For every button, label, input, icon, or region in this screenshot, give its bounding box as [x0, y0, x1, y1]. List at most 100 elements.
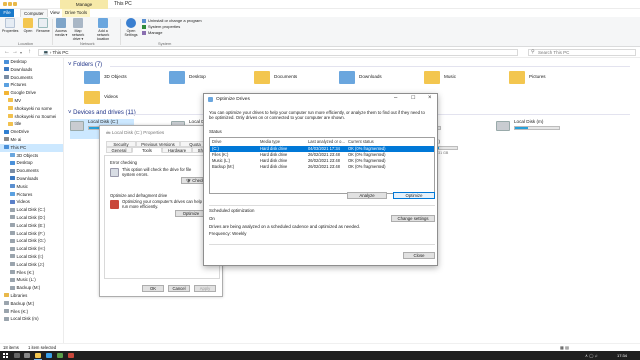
quick-access-toolbar[interactable]: [3, 2, 23, 7]
folders-section-header[interactable]: ˅ Folders (7): [68, 62, 102, 68]
drive-item[interactable]: Local Disk (m): [496, 119, 560, 139]
sidebar-item-label: Local Disk (G:): [16, 238, 46, 244]
sidebar-item-label: Desktop: [16, 160, 33, 166]
sidebar-item[interactable]: Files (K:): [0, 308, 63, 316]
sidebar-item[interactable]: shokuyeki no some: [0, 105, 63, 113]
manage-button[interactable]: Manage: [142, 30, 162, 35]
sidebar-item[interactable]: Downloads: [0, 66, 63, 74]
sidebar-item[interactable]: Local Disk (m): [0, 315, 63, 323]
sidebar-item[interactable]: Videos: [0, 198, 63, 206]
uninstall-button[interactable]: Uninstall or change a program: [142, 18, 202, 23]
up-arrow-icon[interactable]: ↑: [28, 49, 31, 56]
drives-table[interactable]: Drive Media type Last analyzed or o... C…: [209, 137, 435, 194]
map-network-drive-button[interactable]: Map network drive ▾: [69, 18, 87, 41]
system-properties-button[interactable]: System properties: [142, 24, 180, 29]
sidebar-item[interactable]: Documents: [0, 74, 63, 82]
tab-tools[interactable]: Tools: [132, 147, 162, 153]
sidebar-item[interactable]: MV: [0, 97, 63, 105]
sidebar-item[interactable]: Documents: [0, 167, 63, 175]
sidebar-item-icon: [10, 231, 15, 236]
sidebar-item-label: Pictures: [16, 191, 33, 197]
sidebar-item[interactable]: This PC: [0, 143, 63, 152]
task-view-icon[interactable]: [24, 353, 30, 358]
search-taskbar-icon[interactable]: [14, 353, 20, 358]
sidebar-item[interactable]: Local Disk (E:): [0, 222, 63, 230]
sidebar-item[interactable]: Downloads: [0, 175, 63, 183]
sidebar-item[interactable]: Desktop: [0, 58, 63, 66]
open-settings-button[interactable]: Open Settings: [123, 18, 139, 37]
sidebar-item-icon: [4, 90, 9, 95]
column-media-type[interactable]: Media type: [260, 139, 306, 145]
folder-item[interactable]: Pictures: [509, 71, 569, 97]
sidebar-item[interactable]: Local Disk (G:): [0, 237, 63, 245]
windows-start-icon[interactable]: [3, 353, 8, 358]
system-tray-icons[interactable]: ∧ ◯ ♫: [585, 353, 598, 358]
recent-chevron-icon[interactable]: ▾: [20, 49, 22, 56]
open-button[interactable]: Open: [20, 18, 36, 33]
sidebar-item[interactable]: OneDrive: [0, 128, 63, 136]
sidebar-item[interactable]: Local Disk (C:): [0, 206, 63, 214]
optimize-button[interactable]: Optimize: [393, 192, 435, 199]
maximize-icon[interactable]: ☐: [411, 95, 415, 102]
table-row[interactable]: Backup (M:) Hard disk drive 26/02/2021 23:…: [210, 164, 434, 170]
sidebar-item[interactable]: Pictures: [0, 191, 63, 199]
sidebar-item[interactable]: Google Drive: [0, 89, 63, 97]
sidebar-item[interactable]: Desktop: [0, 159, 63, 167]
tab-computer[interactable]: Computer: [20, 9, 48, 17]
change-settings-button[interactable]: Change settings: [391, 215, 435, 222]
tab-file[interactable]: File: [0, 9, 14, 17]
navigation-pane[interactable]: Desktop Downloads Documents Pictures Google …: [0, 58, 64, 343]
back-arrow-icon[interactable]: ←: [4, 49, 10, 56]
sidebar-item-label: Local Disk (F:): [16, 230, 45, 236]
context-tab-manage[interactable]: Manage: [60, 0, 108, 9]
sidebar-item[interactable]: Backup (M:): [0, 284, 63, 292]
apply-button[interactable]: Apply: [194, 285, 216, 292]
column-drive[interactable]: Drive: [212, 139, 252, 145]
rename-button[interactable]: Rename: [35, 18, 51, 33]
sidebar-item[interactable]: Me ai: [0, 136, 63, 144]
minimize-icon[interactable]: –: [394, 95, 397, 102]
sidebar-item[interactable]: 3D Objects: [0, 152, 63, 160]
sidebar-item[interactable]: Local Disk (D:): [0, 214, 63, 222]
app-taskbar-icon[interactable]: [57, 353, 63, 358]
taskbar-clock[interactable]: 17:34: [617, 351, 627, 360]
sidebar-item[interactable]: Local Disk (J:): [0, 261, 63, 269]
sidebar-item[interactable]: Local Disk (F:): [0, 230, 63, 238]
sidebar-item[interactable]: Music: [0, 183, 63, 191]
file-explorer-taskbar-icon[interactable]: [35, 353, 41, 358]
close-button[interactable]: Close: [403, 252, 435, 259]
sidebar-item[interactable]: shokuyeki no Soumei: [0, 113, 63, 121]
analyze-button[interactable]: Analyze: [347, 192, 387, 199]
browser-taskbar-icon[interactable]: [46, 353, 52, 358]
optimize-drives-dialog[interactable]: Optimize Drives – ☐ × You can optimize y…: [203, 93, 438, 266]
sidebar-item[interactable]: title: [0, 120, 63, 128]
view-toggle-icon[interactable]: ▦ ▤: [560, 344, 569, 351]
sidebar-item[interactable]: Libraries: [0, 292, 63, 300]
tab-hardware[interactable]: Hardware: [162, 147, 192, 153]
close-icon[interactable]: ×: [428, 95, 432, 102]
column-last-analyzed[interactable]: Last analyzed or o...: [308, 139, 346, 145]
sidebar-item[interactable]: Files (K:): [0, 269, 63, 277]
column-current-status[interactable]: Current status: [348, 139, 432, 145]
address-input[interactable]: 💻 › This PC: [38, 49, 518, 56]
sidebar-item[interactable]: Local Disk (I:): [0, 253, 63, 261]
ok-button[interactable]: OK: [142, 285, 164, 292]
search-input[interactable]: ⚲ Search This PC: [528, 49, 636, 56]
sidebar-item[interactable]: Pictures: [0, 81, 63, 89]
properties-button[interactable]: Properties: [2, 18, 18, 33]
drives-section-header[interactable]: ˅ Devices and drives (11): [68, 110, 136, 116]
sidebar-item[interactable]: Music (L:): [0, 276, 63, 284]
app2-taskbar-icon[interactable]: [68, 353, 74, 358]
access-media-button[interactable]: Access media ▾: [54, 18, 68, 37]
forward-arrow-icon[interactable]: →: [12, 49, 18, 56]
sidebar-item[interactable]: Backup (M:): [0, 300, 63, 308]
tab-drive-tools[interactable]: Drive Tools: [62, 9, 91, 17]
sidebar-item[interactable]: Local Disk (H:): [0, 245, 63, 253]
sidebar-item-icon: [4, 137, 9, 142]
add-network-location-button[interactable]: Add a network location: [92, 18, 114, 41]
cancel-button[interactable]: Cancel: [168, 285, 190, 292]
tab-view[interactable]: View: [47, 9, 63, 17]
sidebar-item-icon: [4, 301, 9, 306]
sidebar-item-label: Local Disk (m): [10, 316, 39, 322]
tab-general[interactable]: General: [106, 147, 132, 153]
